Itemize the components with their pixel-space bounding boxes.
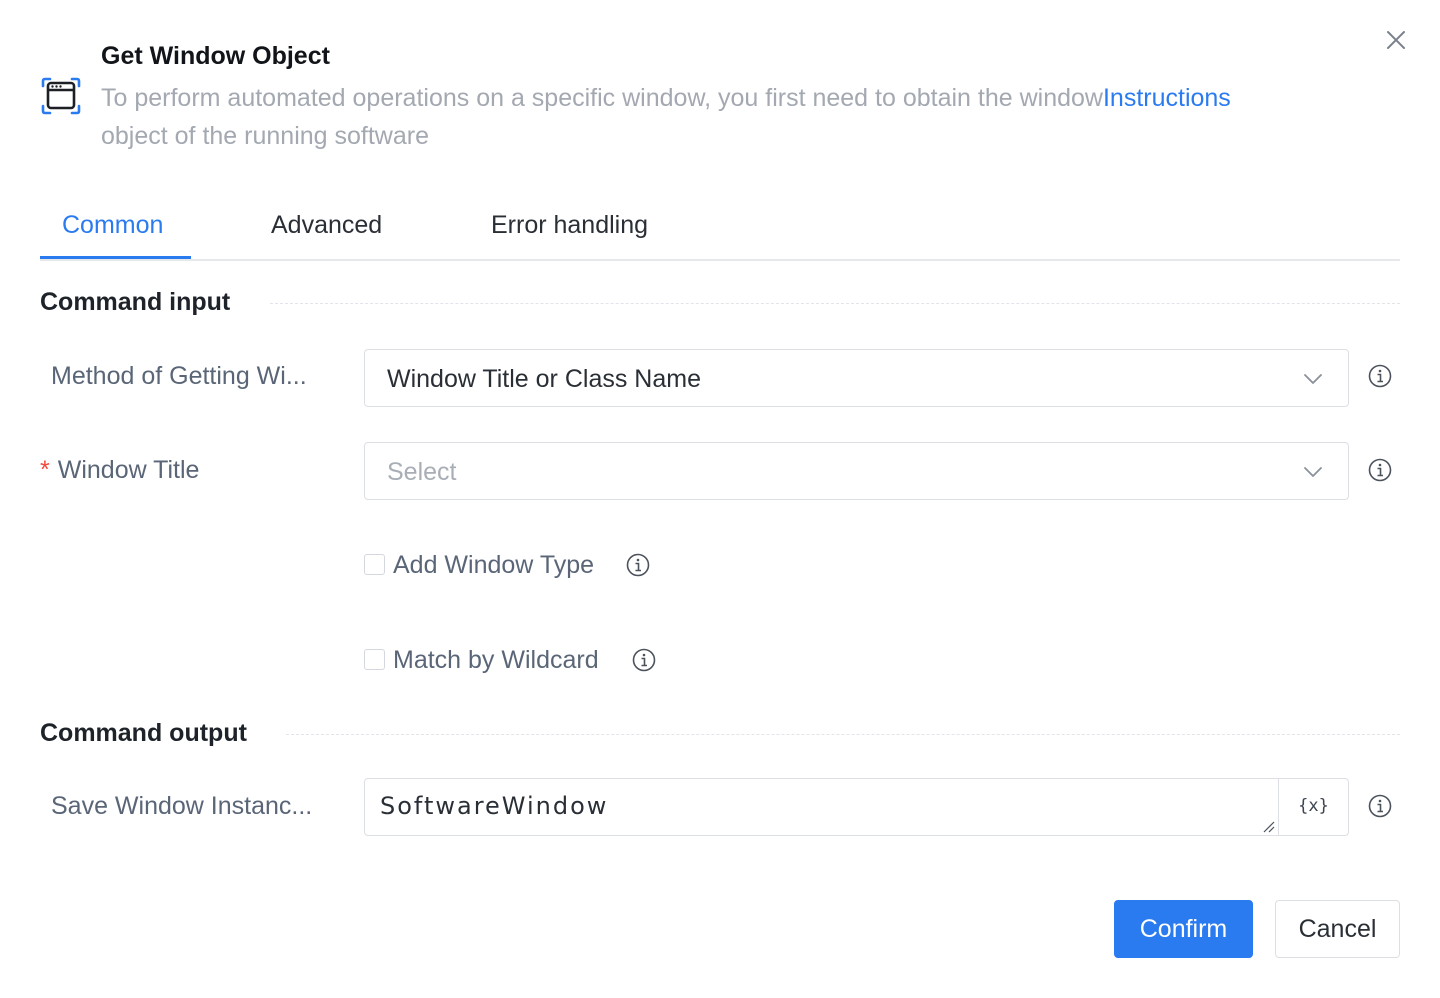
info-icon[interactable]: [1368, 794, 1392, 818]
section-divider: [270, 303, 1400, 304]
info-icon[interactable]: [1368, 458, 1392, 482]
tab-bar: Common Advanced Error handling: [40, 195, 1400, 261]
section-title-input: Command input: [40, 288, 231, 316]
window-title-label-text: Window Title: [57, 456, 200, 484]
get-window-object-dialog: Get Window Object To perform automated o…: [0, 0, 1440, 998]
confirm-button[interactable]: Confirm: [1114, 900, 1253, 958]
method-select[interactable]: Window Title or Class Name: [364, 349, 1349, 407]
close-icon[interactable]: [1382, 26, 1410, 54]
window-title-select[interactable]: Select: [364, 442, 1349, 500]
active-tab-indicator: [40, 256, 191, 259]
chevron-down-icon: [1304, 374, 1322, 384]
add-window-type-row: Add Window Type: [364, 548, 664, 582]
match-wildcard-checkbox[interactable]: [364, 649, 385, 670]
command-input-section: Command input: [40, 285, 1400, 321]
method-select-value: Window Title or Class Name: [387, 365, 701, 393]
dialog-title: Get Window Object: [101, 42, 330, 70]
tab-error-handling[interactable]: Error handling: [491, 195, 648, 259]
info-icon[interactable]: [626, 553, 650, 577]
command-output-section: Command output: [40, 716, 1400, 752]
required-mark: *: [40, 456, 50, 484]
description-text-cont: object of the running software: [101, 122, 429, 150]
instructions-link[interactable]: Instructions: [1103, 84, 1231, 112]
tab-advanced[interactable]: Advanced: [271, 195, 382, 259]
section-divider: [286, 734, 1400, 735]
description-text: To perform automated operations on a spe…: [101, 84, 1103, 112]
match-wildcard-row: Match by Wildcard: [364, 643, 664, 677]
save-instance-label: Save Window Instanc...: [51, 792, 313, 820]
tab-common[interactable]: Common: [62, 195, 163, 259]
resize-handle-icon[interactable]: [1263, 821, 1275, 833]
cancel-button[interactable]: Cancel: [1275, 900, 1400, 958]
add-window-type-label[interactable]: Add Window Type: [393, 548, 594, 582]
window-title-label: * Window Title: [40, 453, 199, 487]
method-label: Method of Getting Wi...: [51, 362, 307, 390]
dialog-description: To perform automated operations on a spe…: [101, 79, 1361, 155]
chevron-down-icon: [1304, 467, 1322, 477]
add-window-type-checkbox[interactable]: [364, 554, 385, 575]
info-icon[interactable]: [1368, 364, 1392, 388]
match-wildcard-label[interactable]: Match by Wildcard: [393, 643, 599, 677]
save-instance-field[interactable]: SoftwareWindow: [365, 779, 1279, 835]
info-icon[interactable]: [632, 648, 656, 672]
variable-button[interactable]: {x}: [1278, 779, 1348, 835]
save-instance-input: SoftwareWindow {x}: [364, 778, 1349, 836]
window-title-placeholder: Select: [387, 458, 457, 486]
section-title-output: Command output: [40, 719, 247, 747]
window-icon: [41, 77, 81, 115]
